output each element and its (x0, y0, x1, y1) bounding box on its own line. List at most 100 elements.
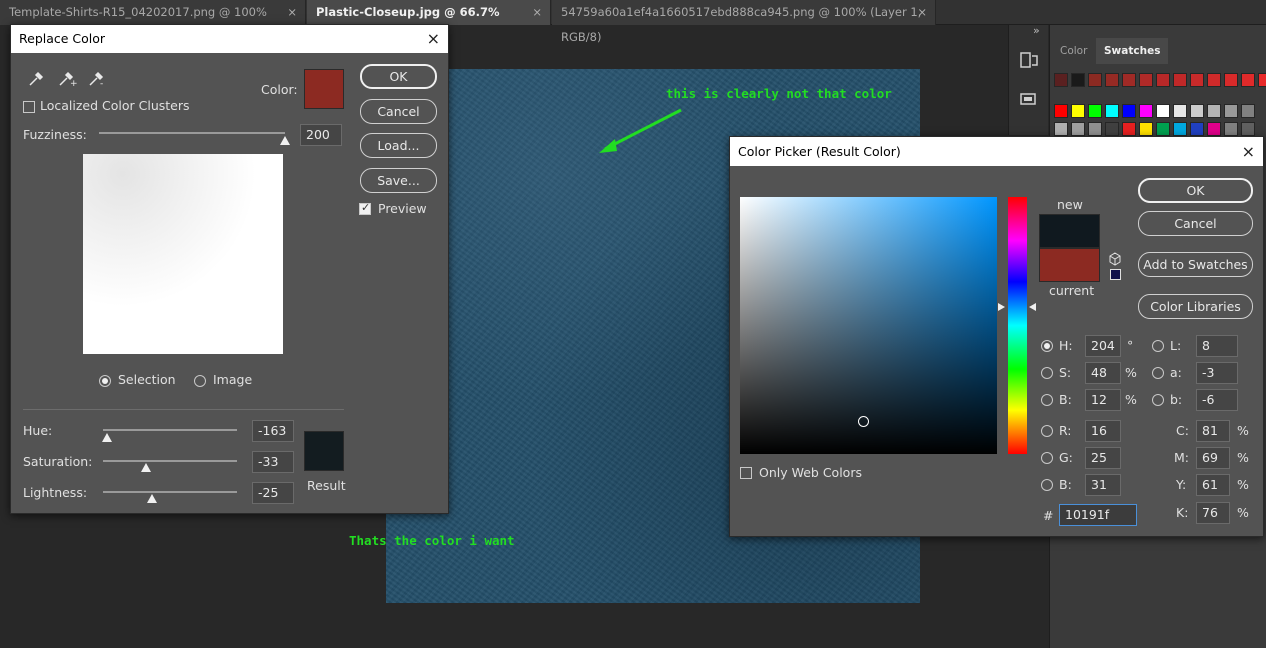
cancel-button[interactable]: Cancel (360, 99, 437, 124)
saturation-slider-thumb[interactable] (141, 463, 151, 472)
eyedropper-icon[interactable] (27, 69, 45, 87)
blue-field[interactable]: 31 (1085, 474, 1121, 496)
swatch[interactable] (1122, 122, 1136, 136)
fuzziness-field[interactable]: 200 (300, 124, 342, 146)
image-radio[interactable] (194, 375, 206, 387)
swatch[interactable] (1224, 73, 1238, 87)
color-field[interactable] (740, 197, 997, 454)
close-icon[interactable]: × (1242, 137, 1255, 166)
black-field[interactable]: 76 (1196, 502, 1230, 524)
saturation-slider-track[interactable] (103, 460, 237, 462)
swatch[interactable] (1207, 122, 1221, 136)
swatch[interactable] (1105, 122, 1119, 136)
swatch[interactable] (1071, 122, 1085, 136)
swatch[interactable] (1207, 73, 1221, 87)
yellow-field[interactable]: 61 (1196, 474, 1230, 496)
swatch[interactable] (1156, 73, 1170, 87)
lab-l-radio[interactable] (1152, 340, 1164, 352)
tab-color[interactable]: Color (1052, 38, 1095, 64)
green-field[interactable]: 25 (1085, 447, 1121, 469)
lab-b-radio[interactable] (1152, 394, 1164, 406)
cancel-button[interactable]: Cancel (1138, 211, 1253, 236)
swatch[interactable] (1122, 104, 1136, 118)
hue-slider-left-arrow-icon[interactable] (998, 303, 1005, 311)
lightness-slider-thumb[interactable] (147, 494, 157, 503)
lab-a-radio[interactable] (1152, 367, 1164, 379)
swatch[interactable] (1173, 104, 1187, 118)
saturation-field[interactable]: -33 (252, 451, 294, 473)
lab-a-field[interactable]: -3 (1196, 362, 1238, 384)
add-to-swatches-button[interactable]: Add to Swatches (1138, 252, 1253, 277)
green-radio[interactable] (1041, 452, 1053, 464)
swatch[interactable] (1190, 122, 1204, 136)
target-color-swatch[interactable] (304, 69, 344, 109)
swatch[interactable] (1139, 73, 1153, 87)
properties-icon[interactable] (1020, 91, 1038, 109)
swatch[interactable] (1088, 73, 1102, 87)
hue-field[interactable]: -163 (252, 420, 294, 442)
swatch[interactable] (1241, 104, 1255, 118)
ok-button[interactable]: OK (1138, 178, 1253, 203)
current-color-swatch[interactable] (1039, 248, 1100, 282)
tab-template-shirts[interactable]: Template-Shirts-R15_04202017.png @ 100% … (0, 0, 306, 44)
collapse-icon[interactable]: » (1033, 24, 1040, 37)
history-icon[interactable] (1020, 51, 1038, 69)
close-tab-icon[interactable]: × (287, 0, 297, 25)
swatch[interactable] (1105, 104, 1119, 118)
brightness-field[interactable]: 12 (1085, 389, 1121, 411)
lightness-slider-track[interactable] (103, 491, 237, 493)
result-color-swatch[interactable] (304, 431, 344, 471)
load-button[interactable]: Load... (360, 133, 437, 158)
selection-radio[interactable] (99, 375, 111, 387)
hue-field[interactable]: 204 (1085, 335, 1121, 357)
save-button[interactable]: Save... (360, 168, 437, 193)
saturation-radio[interactable] (1041, 367, 1053, 379)
close-tab-icon[interactable]: × (532, 0, 542, 25)
hue-slider-thumb[interactable] (102, 433, 112, 442)
preview-checkbox[interactable] (359, 201, 371, 215)
web-safe-color-swatch[interactable] (1110, 269, 1121, 280)
fuzziness-slider-track[interactable] (99, 132, 285, 134)
ok-button[interactable]: OK (360, 64, 437, 89)
swatch[interactable] (1190, 73, 1204, 87)
hue-slider[interactable] (1008, 197, 1027, 454)
hex-field[interactable]: 10191f (1059, 504, 1137, 526)
swatch[interactable] (1105, 73, 1119, 87)
color-libraries-button[interactable]: Color Libraries (1138, 294, 1253, 319)
swatch[interactable] (1139, 104, 1153, 118)
swatch[interactable] (1054, 122, 1068, 136)
swatch[interactable] (1071, 104, 1085, 118)
lightness-field[interactable]: -25 (252, 482, 294, 504)
close-tab-icon[interactable]: × (917, 0, 927, 25)
hue-slider-track[interactable] (103, 429, 237, 431)
cyan-field[interactable]: 81 (1196, 420, 1230, 442)
hue-radio[interactable] (1041, 340, 1053, 352)
swatch[interactable] (1224, 122, 1238, 136)
swatch[interactable] (1088, 104, 1102, 118)
tab-layer-png[interactable]: 54759a60a1ef4a1660517ebd888ca945.png @ 1… (552, 0, 936, 44)
hue-slider-right-arrow-icon[interactable] (1029, 303, 1036, 311)
eyedropper-subtract-icon[interactable]: - (87, 69, 107, 87)
color-field-cursor[interactable] (858, 416, 869, 427)
swatch[interactable] (1190, 104, 1204, 118)
fuzziness-slider-thumb[interactable] (280, 136, 290, 145)
swatch[interactable] (1122, 73, 1136, 87)
tab-swatches[interactable]: Swatches (1096, 38, 1169, 64)
swatch[interactable] (1054, 73, 1068, 87)
only-web-colors-checkbox[interactable] (740, 467, 752, 479)
red-field[interactable]: 16 (1085, 420, 1121, 442)
swatch[interactable] (1156, 104, 1170, 118)
swatch[interactable] (1173, 122, 1187, 136)
lab-l-field[interactable]: 8 (1196, 335, 1238, 357)
swatch[interactable] (1241, 122, 1255, 136)
swatch[interactable] (1258, 73, 1266, 87)
tab-plastic-closeup[interactable]: Plastic-Closeup.jpg @ 66.7% (RGB/8#) * × (307, 0, 551, 44)
blue-radio[interactable] (1041, 479, 1053, 491)
lab-b-field[interactable]: -6 (1196, 389, 1238, 411)
swatch[interactable] (1207, 104, 1221, 118)
swatch[interactable] (1156, 122, 1170, 136)
swatch[interactable] (1224, 104, 1238, 118)
swatch[interactable] (1173, 73, 1187, 87)
swatch[interactable] (1071, 73, 1085, 87)
red-radio[interactable] (1041, 425, 1053, 437)
